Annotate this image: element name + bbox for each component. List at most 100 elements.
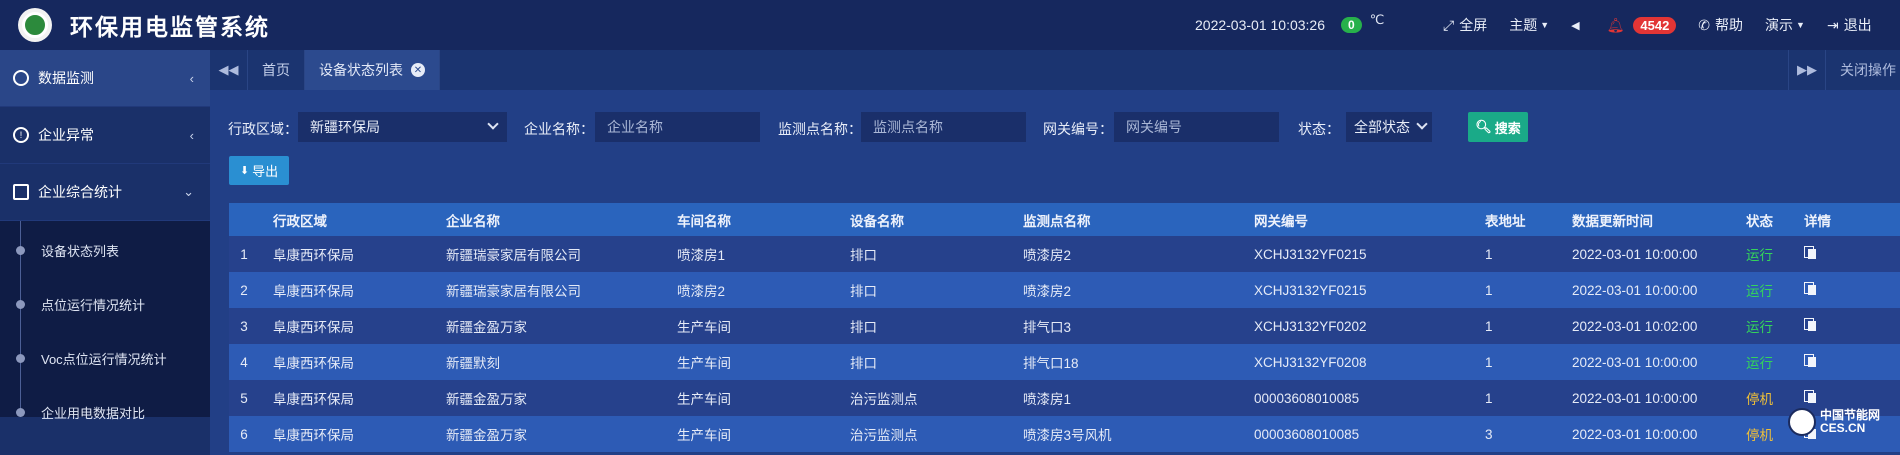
gateway-label: 网关编号： [1043, 121, 1113, 137]
bell-icon: 🔔︎ [1606, 16, 1625, 33]
bullet-icon [16, 407, 25, 417]
chevron-down-icon [487, 118, 499, 130]
copy-icon[interactable] [1804, 354, 1816, 367]
cell-index: 3 [229, 308, 263, 344]
tab-home[interactable]: 首页 [248, 50, 305, 90]
cell-company: 新疆金盈万家 [436, 380, 667, 416]
alarm-button[interactable]: 🔔︎ 4542 [1606, 16, 1677, 34]
sidebar-subitem-voc-stats[interactable]: Voc点位运行情况统计 [0, 331, 210, 385]
cell-gateway: XCHJ3132YF0208 [1244, 344, 1475, 380]
cell-point: 喷漆房2 [1013, 236, 1244, 272]
caret-down-icon: ▼ [1540, 20, 1550, 30]
column-header-workshop: 车间名称 [667, 203, 840, 236]
sidebar-item-enterprise-statistics[interactable]: 企业综合统计 ⌄ [0, 164, 210, 221]
help-button[interactable]: ✆ 帮助 [1698, 15, 1743, 35]
point-label: 监测点名称： [778, 121, 862, 137]
stats-icon [13, 184, 29, 200]
cell-status: 运行 [1736, 272, 1794, 308]
filter-bar: 行政区域： 新疆环保局 企业名称： 企业名称 监测点名称： 监测点名称 网关编号… [228, 112, 1898, 144]
caret-left-icon: ◀ [1571, 19, 1580, 32]
cell-detail [1794, 308, 1900, 344]
cell-workshop: 喷漆房2 [667, 272, 840, 308]
cell-meter-address: 1 [1475, 344, 1562, 380]
cell-region: 阜康西环保局 [263, 416, 436, 452]
tab-device-status[interactable]: 设备状态列表 ✕ [305, 50, 440, 90]
column-header-detail: 详情 [1794, 203, 1900, 236]
copy-icon[interactable] [1804, 282, 1816, 295]
export-button[interactable]: ⬇ 导出 [229, 156, 289, 185]
cell-update-time: 2022-03-01 10:00:00 [1562, 344, 1736, 380]
sidebar-subitem-power-compare[interactable]: 企业用电数据对比 [0, 385, 210, 439]
app-title: 环保用电监管系统 [70, 14, 270, 40]
search-button[interactable]: 🔍︎ 搜索 [1468, 112, 1528, 142]
cell-index: 4 [229, 344, 263, 380]
gateway-input[interactable]: 网关编号 [1114, 112, 1279, 142]
cell-index: 5 [229, 380, 263, 416]
theme-button[interactable]: 主题 ▼ [1509, 15, 1549, 35]
expand-icon: ⤢ [1443, 16, 1455, 33]
cell-detail [1794, 272, 1900, 308]
cell-update-time: 2022-03-01 10:02:00 [1562, 308, 1736, 344]
column-header-gateway: 网关编号 [1244, 203, 1475, 236]
datetime: 2022-03-01 10:03:26 [1195, 17, 1325, 33]
cell-detail [1794, 344, 1900, 380]
sidebar-subitem-point-stats[interactable]: 点位运行情况统计 [0, 277, 210, 331]
demo-button[interactable]: 演示 ▼ [1765, 15, 1805, 35]
column-header-company: 企业名称 [436, 203, 667, 236]
cell-meter-address: 1 [1475, 380, 1562, 416]
cell-gateway: 00003608010085 [1244, 416, 1475, 452]
cell-device: 排口 [840, 344, 1013, 380]
region-select[interactable]: 新疆环保局 [298, 112, 507, 142]
alert-icon: ! [13, 127, 29, 143]
column-header-status: 状态 [1736, 203, 1794, 236]
column-header-point: 监测点名称 [1013, 203, 1244, 236]
point-input[interactable]: 监测点名称 [861, 112, 1026, 142]
sidebar-toggle-button[interactable]: ◀ [1571, 19, 1584, 32]
fullscreen-button[interactable]: ⤢ 全屏 [1443, 15, 1487, 35]
caret-down-icon: ▼ [1796, 20, 1805, 30]
cell-region: 阜康西环保局 [263, 272, 436, 308]
company-input[interactable]: 企业名称 [595, 112, 760, 142]
cell-index: 6 [229, 416, 263, 452]
cell-gateway: 00003608010085 [1244, 380, 1475, 416]
cell-workshop: 喷漆房1 [667, 236, 840, 272]
status-label: 状态： [1298, 121, 1340, 137]
cell-status: 运行 [1736, 236, 1794, 272]
status-area: 2022-03-01 10:03:26 0 ℃ [1195, 0, 1384, 50]
logout-icon: ⇥ [1826, 16, 1839, 33]
sidebar-item-enterprise-abnormal[interactable]: ! 企业异常 ‹ [0, 107, 210, 164]
dashboard-icon [13, 70, 29, 86]
sidebar-subitem-device-status[interactable]: 设备状态列表 [0, 223, 210, 277]
logo [18, 8, 52, 42]
cell-company: 新疆瑞豪家居有限公司 [436, 236, 667, 272]
tabs-scroll-left-button[interactable]: ◀◀ [210, 50, 248, 90]
cell-workshop: 生产车间 [667, 380, 840, 416]
cell-region: 阜康西环保局 [263, 308, 436, 344]
cell-point: 排气口18 [1013, 344, 1244, 380]
table-row: 5 阜康西环保局 新疆金盈万家 生产车间 治污监测点 喷漆房1 00003608010085… [229, 380, 1900, 416]
cell-detail [1794, 236, 1900, 272]
cell-point: 排气口3 [1013, 308, 1244, 344]
tabs-scroll-right-button[interactable]: ▶▶ [1788, 50, 1826, 90]
status-select[interactable]: 全部状态 [1346, 112, 1432, 142]
copy-icon[interactable] [1804, 318, 1816, 331]
copy-icon[interactable] [1804, 246, 1816, 259]
cell-meter-address: 1 [1475, 272, 1562, 308]
cell-meter-address: 3 [1475, 416, 1562, 452]
logout-button[interactable]: ⇥ 退出 [1827, 15, 1872, 35]
cell-device: 治污监测点 [840, 380, 1013, 416]
sidebar-item-data-monitoring[interactable]: 数据监测 ‹ [0, 50, 210, 107]
cell-device: 治污监测点 [840, 416, 1013, 452]
close-operations-button[interactable]: 关闭操作 [1826, 60, 1900, 80]
bullet-icon [16, 353, 25, 363]
table-header-row: 行政区域 企业名称 车间名称 设备名称 监测点名称 网关编号 表地址 数据更新时… [229, 203, 1900, 236]
cell-region: 阜康西环保局 [263, 236, 436, 272]
column-header-meter-address: 表地址 [1475, 203, 1562, 236]
close-icon[interactable]: ✕ [411, 63, 425, 77]
copy-icon[interactable] [1804, 390, 1816, 403]
chevron-left-icon: ‹ [189, 70, 194, 86]
cell-device: 排口 [840, 272, 1013, 308]
region-label: 行政区域： [228, 121, 298, 137]
column-header-device: 设备名称 [840, 203, 1013, 236]
chevron-down-icon: ⌄ [183, 184, 194, 199]
